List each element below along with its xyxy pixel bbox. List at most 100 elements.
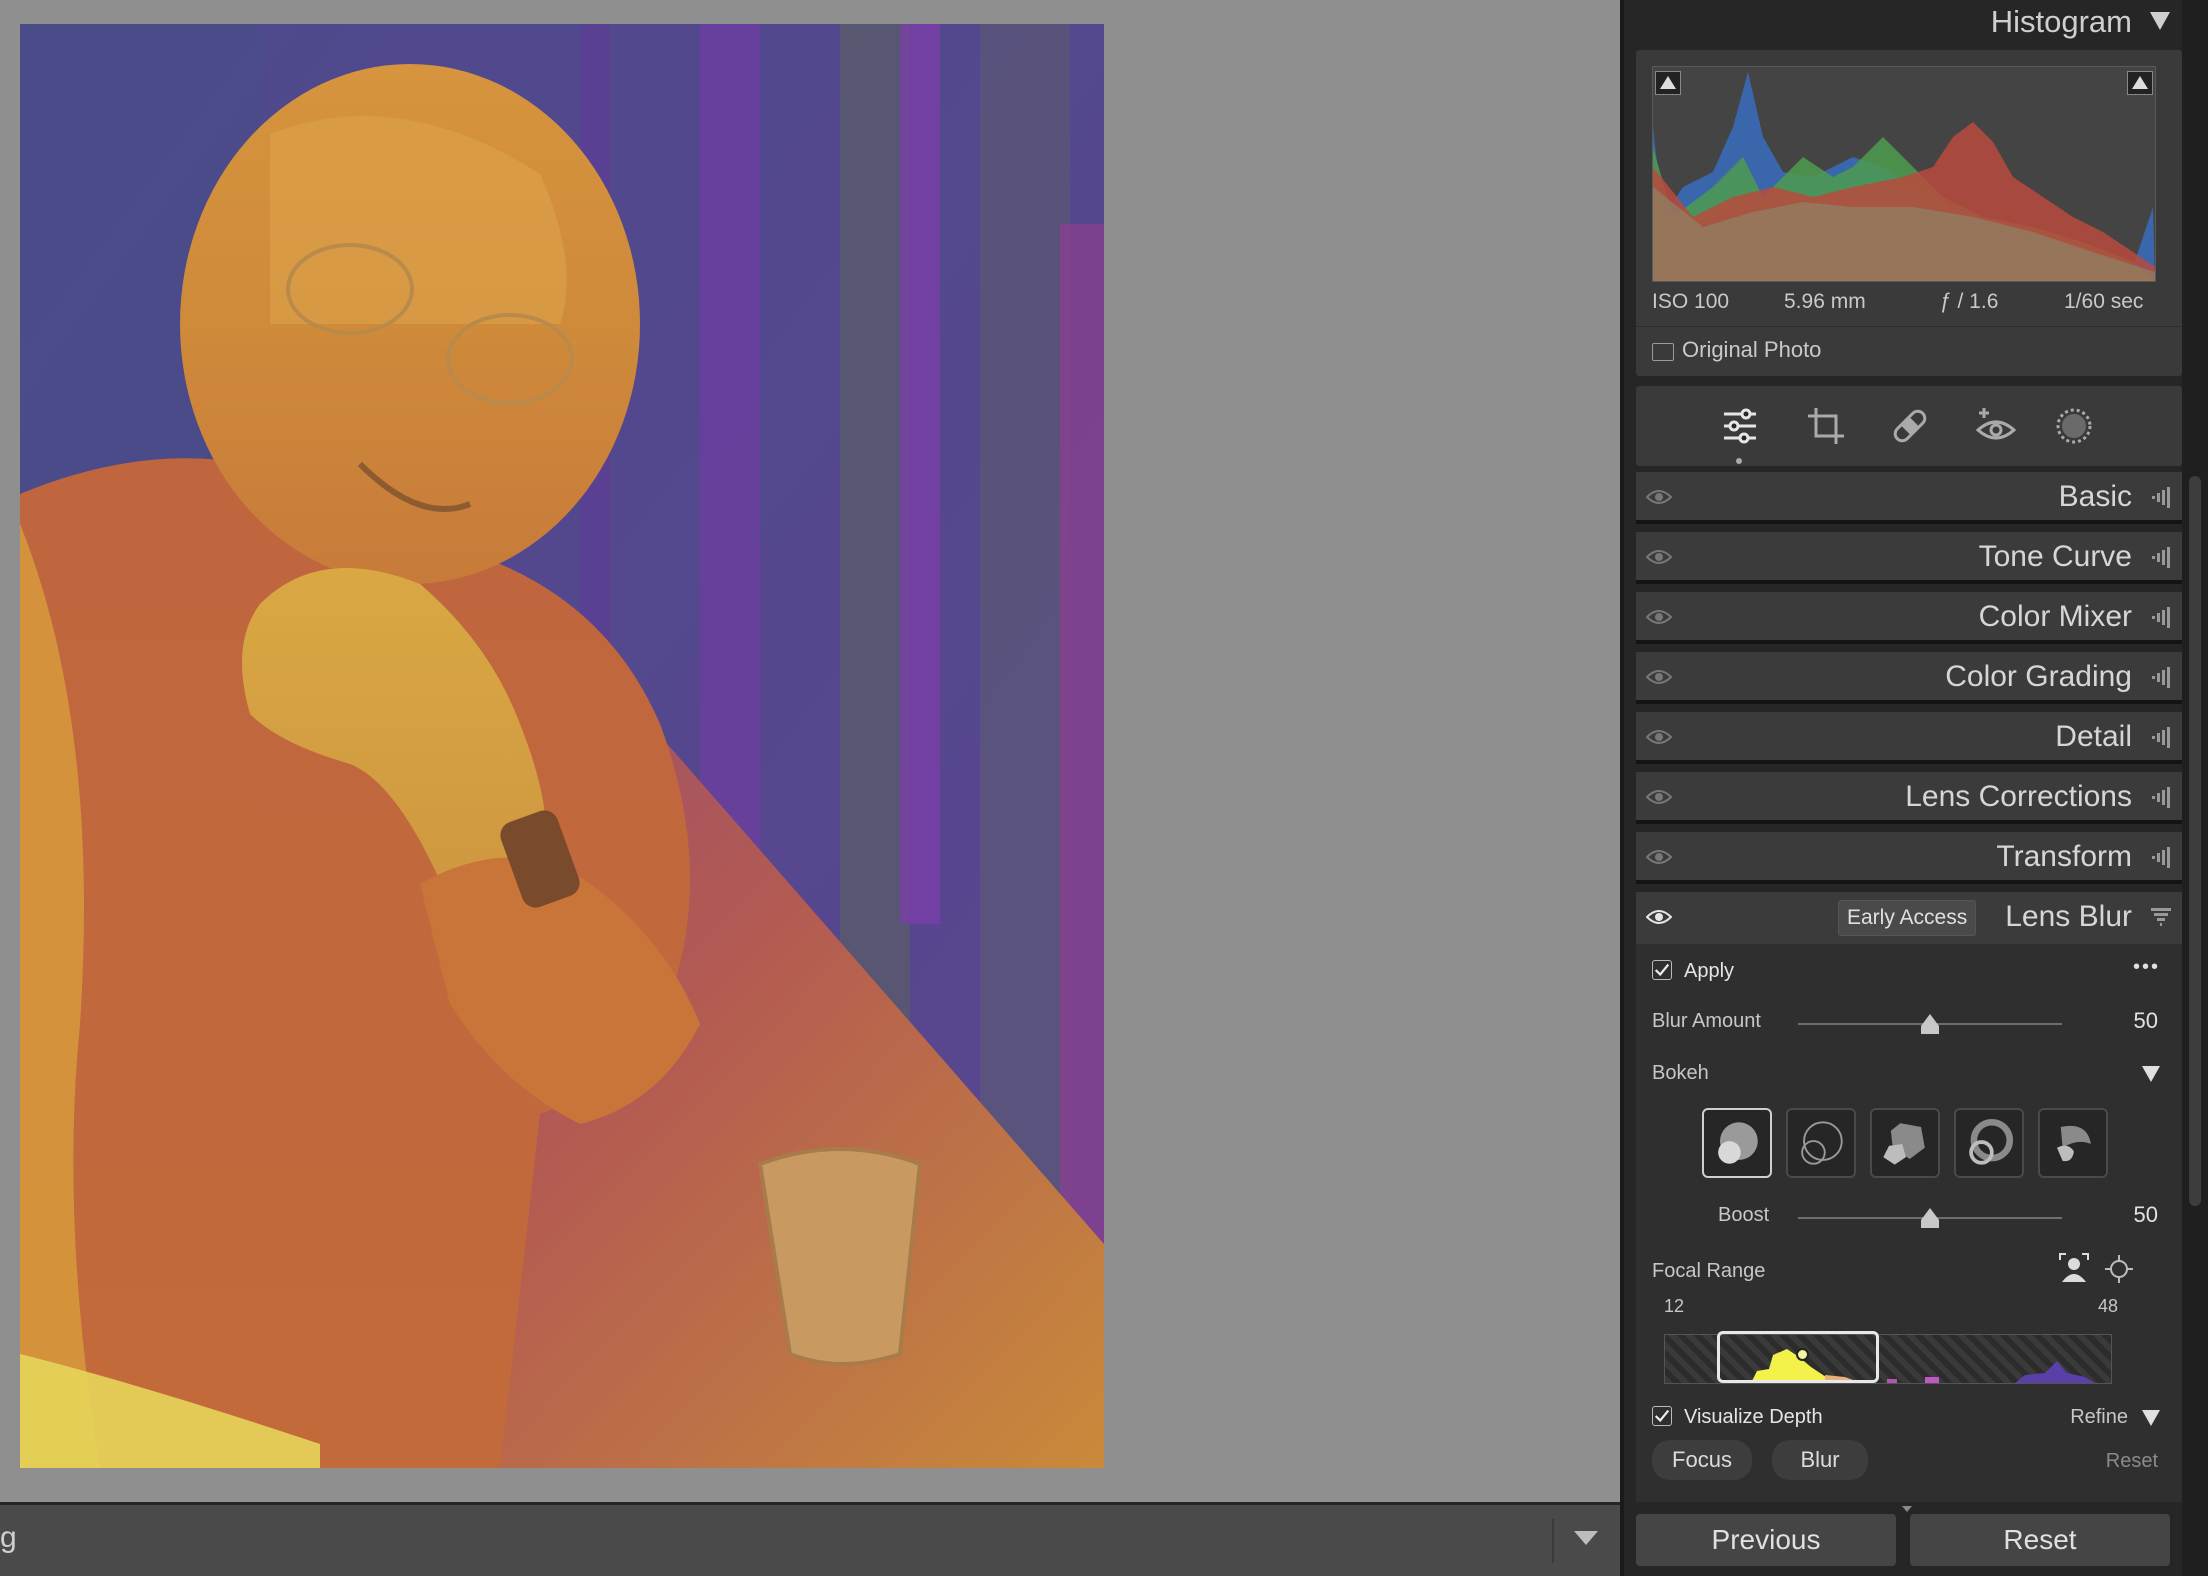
exif-iso: ISO 100 — [1652, 290, 1730, 313]
visibility-eye-icon[interactable] — [1646, 908, 1672, 926]
active-tool-indicator — [1736, 458, 1742, 464]
section-expand-icon[interactable] — [2150, 606, 2172, 628]
tool-strip — [1636, 386, 2182, 466]
histogram-graph — [1652, 66, 2156, 282]
section-expand-icon[interactable] — [2150, 846, 2172, 868]
section-expand-icon[interactable] — [2150, 726, 2172, 748]
blur-brush-button[interactable]: Blur — [1772, 1440, 1868, 1480]
bokeh-ring-option[interactable] — [1954, 1108, 2024, 1178]
photo-depth-preview[interactable] — [20, 24, 1104, 1468]
section-color-grading[interactable]: Color Grading — [1636, 652, 2182, 704]
checkmark-icon — [1654, 1409, 1670, 1423]
masking-icon[interactable] — [2052, 404, 2096, 448]
section-detail[interactable]: Detail — [1636, 712, 2182, 764]
visibility-eye-icon[interactable] — [1646, 728, 1672, 746]
section-title: Tone Curve — [1978, 540, 2132, 573]
filmstrip-toggle-icon[interactable] — [1574, 1531, 1598, 1545]
visibility-eye-icon[interactable] — [1646, 608, 1672, 626]
section-expand-icon[interactable] — [2150, 486, 2172, 508]
point-focus-icon[interactable] — [2104, 1254, 2134, 1284]
section-basic[interactable]: Basic — [1636, 472, 2182, 524]
early-access-badge: Early Access — [1838, 900, 1977, 936]
section-title: Color Grading — [1945, 660, 2132, 693]
section-title: Basic — [2058, 480, 2132, 513]
bokeh-blade-option[interactable] — [1870, 1108, 1940, 1178]
blur-amount-slider[interactable] — [1798, 1014, 2062, 1034]
bokeh-circle-icon — [1718, 1122, 1758, 1164]
refine-expand-icon[interactable] — [2142, 1410, 2160, 1426]
apply-checkbox[interactable] — [1652, 960, 1672, 980]
original-photo-checkbox[interactable] — [1652, 343, 1674, 361]
section-title: Lens Blur — [2005, 900, 2132, 933]
focus-brush-button[interactable]: Focus — [1652, 1440, 1752, 1480]
visibility-eye-icon[interactable] — [1646, 488, 1672, 506]
histogram-panel: ISO 100 5.96 mm ƒ / 1.6 1/60 sec Origina… — [1636, 50, 2182, 376]
section-tone-curve[interactable]: Tone Curve — [1636, 532, 2182, 584]
visibility-eye-icon[interactable] — [1646, 788, 1672, 806]
section-expand-icon[interactable] — [2150, 786, 2172, 808]
focal-range-depth-histogram[interactable] — [1664, 1331, 2112, 1384]
bokeh-label: Bokeh — [1652, 1062, 1709, 1084]
section-lens-corrections[interactable]: Lens Corrections — [1636, 772, 2182, 824]
bokeh-cat-eye-option[interactable] — [2038, 1108, 2108, 1178]
original-photo-label: Original Photo — [1682, 337, 1822, 362]
more-options-button[interactable]: ••• — [2133, 956, 2160, 979]
exif-shutter: 1/60 sec — [2064, 290, 2144, 313]
histogram-title: Histogram — [1990, 4, 2132, 39]
original-photo-row[interactable]: Original Photo — [1636, 326, 2182, 377]
focal-range-label: Focal Range — [1652, 1260, 1766, 1282]
visualize-depth-label: Visualize Depth — [1684, 1406, 1823, 1428]
scrollbar-thumb[interactable] — [2189, 476, 2201, 1206]
blur-amount-value[interactable]: 50 — [2134, 1008, 2158, 1034]
filmstrip-text: g — [0, 1521, 17, 1554]
redeye-icon[interactable] — [1974, 404, 2018, 448]
exif-focal-length: 5.96 mm — [1784, 290, 1866, 313]
reset-button[interactable]: Reset — [1910, 1514, 2170, 1566]
highlight-clipping-icon[interactable] — [2127, 71, 2153, 95]
collapse-triangle-icon[interactable] — [2150, 12, 2170, 30]
panel-scrollbar[interactable] — [2182, 0, 2208, 1576]
section-transform[interactable]: Transform — [1636, 832, 2182, 884]
slider-thumb[interactable] — [1921, 1208, 1939, 1228]
subject-focus-icon[interactable] — [2058, 1252, 2090, 1284]
filmstrip-bar: g — [0, 1502, 1620, 1576]
bokeh-cat-eye-icon — [2056, 1125, 2091, 1162]
focal-max-value: 48 — [2098, 1296, 2119, 1316]
boost-value[interactable]: 50 — [2134, 1202, 2158, 1228]
divider — [1552, 1519, 1554, 1563]
refine-label[interactable]: Refine — [2070, 1406, 2128, 1429]
section-color-mixer[interactable]: Color Mixer — [1636, 592, 2182, 644]
bokeh-circle-option[interactable] — [1702, 1108, 1772, 1178]
lens-blur-panel: Apply ••• Blur Amount 50 Bokeh Boost 50 … — [1636, 944, 2182, 1502]
shadow-clipping-icon[interactable] — [1655, 71, 1681, 95]
depth-overlay-image — [20, 24, 1104, 1468]
edit-sliders-icon[interactable] — [1718, 404, 1762, 448]
section-expand-icon[interactable] — [2150, 546, 2172, 568]
checkmark-icon — [1654, 963, 1670, 977]
slider-thumb[interactable] — [1921, 1014, 1939, 1034]
bokeh-collapse-icon[interactable] — [2142, 1066, 2160, 1082]
boost-slider[interactable] — [1798, 1208, 2062, 1228]
visibility-eye-icon[interactable] — [1646, 548, 1672, 566]
boost-label: Boost — [1718, 1204, 1770, 1226]
reset-refine-link[interactable]: Reset — [2106, 1450, 2158, 1473]
visibility-eye-icon[interactable] — [1646, 668, 1672, 686]
visualize-depth-checkbox[interactable] — [1652, 1406, 1672, 1426]
focal-range-selector[interactable] — [1717, 1331, 1879, 1383]
bokeh-bubble-option[interactable] — [1786, 1108, 1856, 1178]
section-title: Detail — [2055, 720, 2132, 753]
crop-icon[interactable] — [1804, 404, 1848, 448]
blur-amount-label: Blur Amount — [1652, 1010, 1761, 1032]
panel-end-marker-icon — [1902, 1506, 1912, 1512]
develop-panel: Histogram ISO 100 5.96 mm ƒ / 1.6 1/60 s… — [1620, 0, 2208, 1576]
visibility-eye-icon[interactable] — [1646, 848, 1672, 866]
healing-bandaid-icon[interactable] — [1888, 404, 1932, 448]
section-collapse-icon[interactable] — [2150, 906, 2172, 928]
apply-label: Apply — [1684, 960, 1735, 982]
image-canvas[interactable] — [0, 0, 1620, 1502]
previous-button[interactable]: Previous — [1636, 1514, 1896, 1566]
focal-point-handle[interactable] — [1796, 1348, 1809, 1361]
section-expand-icon[interactable] — [2150, 666, 2172, 688]
section-lens-blur-header[interactable]: Early Access Lens Blur — [1636, 892, 2182, 944]
histogram-header[interactable]: Histogram — [1624, 0, 2182, 44]
